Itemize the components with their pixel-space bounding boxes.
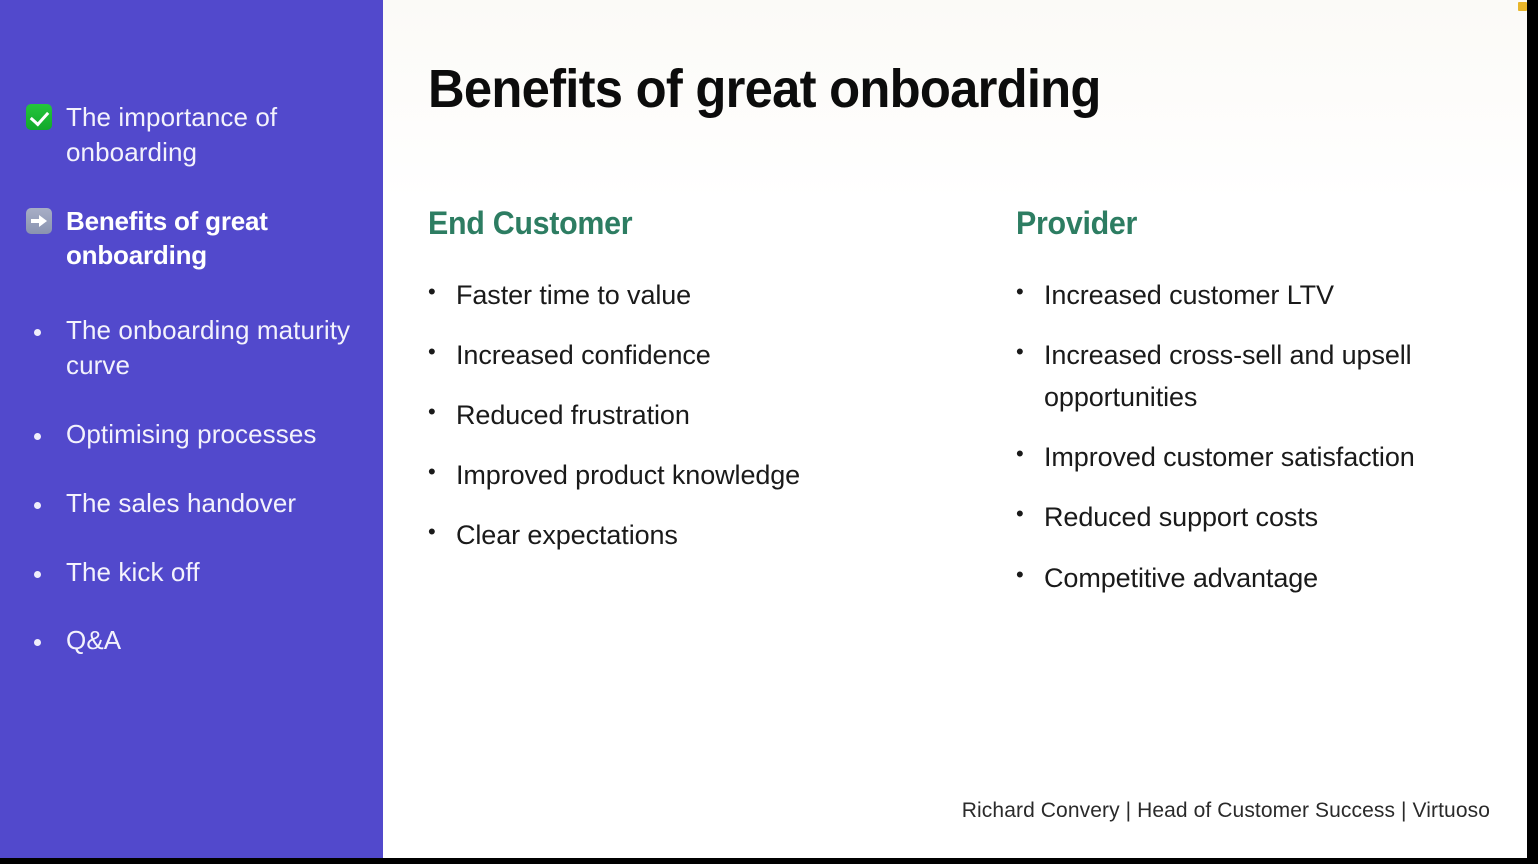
list-item-label: Improved customer satisfaction (1044, 442, 1415, 473)
page-title: Benefits of great onboarding (428, 59, 1101, 119)
sidebar-item-label: Optimising processes (66, 418, 317, 449)
bullet-dot-icon: • (428, 399, 436, 425)
bullet-dot-icon: • (428, 459, 436, 485)
bullet-dot-icon: • (1016, 501, 1024, 527)
bullet-dot-icon: • (428, 279, 436, 304)
list-item-label: Improved product knowledge (456, 460, 801, 491)
sidebar-item-label: Benefits of great onboarding (66, 205, 268, 271)
list-item-label: Reduced support costs (1044, 502, 1319, 533)
agenda-list: The importance of onboarding Benefits of… (0, 100, 383, 682)
sidebar-item-label: The importance of onboarding (66, 102, 278, 167)
presentation-slide: The importance of onboarding Benefits of… (0, 0, 1527, 858)
sidebar-item-label: Q&A (66, 625, 122, 656)
sidebar-item-optimising-processes[interactable]: Optimising processes (0, 417, 383, 452)
list-item: • Competitive advantage (1016, 557, 1486, 599)
sidebar-item-benefits-of-great-onboarding[interactable]: Benefits of great onboarding (0, 204, 383, 274)
agenda-sidebar: The importance of onboarding Benefits of… (0, 0, 383, 858)
end-customer-bullet-list: • Faster time to value • Increased confi… (428, 274, 898, 557)
bullet-dot-icon: • (428, 339, 436, 365)
slide-content: Benefits of great onboarding End Custome… (383, 0, 1527, 858)
bullet-dot-icon: • (1016, 339, 1024, 365)
list-item-label: Clear expectations (456, 520, 678, 551)
list-item: • Increased confidence (428, 334, 898, 376)
bullet-dot-icon: • (1016, 279, 1024, 304)
sidebar-item-onboarding-maturity-curve[interactable]: The onboarding maturity curve (0, 313, 383, 383)
list-item: • Reduced support costs (1016, 496, 1486, 538)
bullet-dot-icon (26, 313, 66, 337)
list-item: • Clear expectations (428, 514, 898, 556)
bullet-dot-icon (26, 486, 66, 509)
bullet-dot-icon: • (1016, 441, 1024, 467)
list-item: • Reduced frustration (428, 394, 898, 436)
sidebar-item-sales-handover[interactable]: The sales handover (0, 486, 383, 521)
column-heading: Provider (1016, 205, 1138, 241)
white-heavy-check-mark-icon (26, 100, 66, 130)
bullet-dot-icon: • (428, 519, 436, 545)
list-item: • Improved product knowledge (428, 454, 898, 496)
sidebar-item-label: The onboarding maturity curve (66, 315, 351, 381)
list-item: • Increased customer LTV (1016, 274, 1486, 316)
bullet-dot-icon: • (1016, 561, 1024, 587)
right-arrow-icon (26, 204, 66, 234)
column-end-customer: End Customer • Faster time to value • In… (428, 205, 898, 617)
column-provider: Provider • Increased customer LTV • Incr… (1016, 205, 1486, 617)
sidebar-item-label: The sales handover (66, 487, 297, 518)
list-item-label: Faster time to value (456, 280, 692, 310)
presenter-credit: Richard Convery | Head of Customer Succe… (961, 799, 1490, 822)
list-item-label: Increased confidence (456, 340, 711, 371)
list-item: • Increased cross-sell and upsell opport… (1016, 334, 1486, 418)
list-item: • Improved customer satisfaction (1016, 436, 1486, 478)
list-item-label: Increased customer LTV (1044, 280, 1334, 310)
provider-bullet-list: • Increased customer LTV • Increased cro… (1016, 274, 1486, 599)
bullet-dot-icon (26, 623, 66, 647)
bullet-dot-icon (26, 417, 66, 440)
bullet-dot-icon (26, 555, 66, 578)
list-item: • Faster time to value (428, 274, 898, 316)
benefits-columns: End Customer • Faster time to value • In… (428, 205, 1488, 617)
column-heading: End Customer (428, 205, 633, 241)
list-item-label: Increased cross-sell and upsell opportun… (1044, 340, 1412, 413)
sidebar-item-kick-off[interactable]: The kick off (0, 555, 383, 590)
sidebar-item-importance-of-onboarding[interactable]: The importance of onboarding (0, 100, 383, 170)
list-item-label: Competitive advantage (1044, 562, 1319, 593)
list-item-label: Reduced frustration (456, 400, 690, 431)
sidebar-item-q-and-a[interactable]: Q&A (0, 623, 383, 658)
slide-letterbox-frame: The importance of onboarding Benefits of… (0, 0, 1538, 864)
sidebar-item-label: The kick off (66, 556, 200, 587)
